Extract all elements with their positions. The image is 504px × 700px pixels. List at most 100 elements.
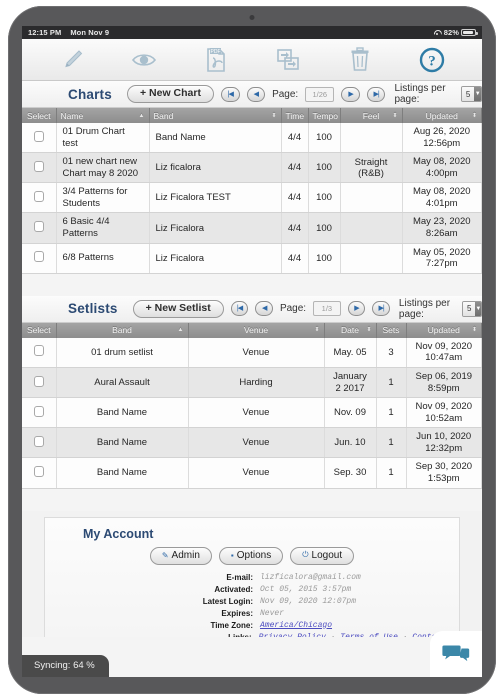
- chart-feel-cell: [340, 243, 403, 274]
- logout-button-label: Logout: [311, 549, 343, 561]
- pencil-icon[interactable]: [55, 44, 89, 76]
- charts-next-page-button[interactable]: ▶: [341, 86, 360, 102]
- setlists-listings-per-page-select[interactable]: 5 ▼: [461, 300, 482, 317]
- chart-updated-cell: May 08, 2020 4:01pm: [402, 182, 482, 214]
- table-row[interactable]: 3/4 Patterns for Students Liz Ficalora T…: [22, 182, 482, 214]
- my-account-title: My Account: [83, 526, 154, 541]
- table-row[interactable]: 6 Basic 4/4 Patterns Liz Ficalora 4/4 10…: [22, 212, 482, 244]
- chart-time-cell: 4/4: [281, 243, 309, 274]
- setlists-col-sets[interactable]: Sets: [376, 322, 407, 338]
- setlist-band-cell: Band Name: [56, 397, 189, 429]
- charts-col-select[interactable]: Select: [22, 108, 57, 123]
- setlists-col-select[interactable]: Select: [22, 322, 57, 338]
- square-icon: ▪: [230, 550, 234, 560]
- charts-col-name[interactable]: Name ▲: [56, 108, 150, 123]
- setlist-date-cell: Jun. 10: [324, 427, 377, 459]
- email-value: lizficalora@gmail.com: [260, 572, 361, 582]
- trash-icon[interactable]: [343, 44, 377, 76]
- battery-percent: 82%: [443, 28, 459, 37]
- sort-icon: ⬍: [471, 327, 477, 334]
- setlists-next-page-button[interactable]: ▶: [347, 301, 366, 317]
- latest-login-value: Nov 09, 2020 12:07pm: [260, 596, 357, 606]
- row-select-checkbox[interactable]: [33, 251, 44, 263]
- row-select-checkbox[interactable]: [33, 160, 44, 172]
- chart-time-cell: 4/4: [281, 182, 309, 214]
- row-select-checkbox[interactable]: [33, 345, 44, 357]
- admin-button[interactable]: ✎ Admin: [149, 546, 212, 565]
- setlists-table-header-row: Select Band ▲ Venue ⬍ Date ⬍ Sets Updated ⬍: [22, 322, 482, 338]
- chevron-down-icon: ▼: [474, 87, 482, 101]
- sort-icon: ⬍: [366, 327, 372, 334]
- chart-band-cell: Liz ficalora: [149, 152, 282, 184]
- time-zone-link[interactable]: America/Chicago: [260, 621, 332, 630]
- setlists-col-band[interactable]: Band ▲: [56, 322, 189, 338]
- account-field-time-zone: Time Zone: America/Chicago: [45, 621, 459, 630]
- new-setlist-button[interactable]: + New Setlist: [132, 299, 224, 319]
- chart-time-cell: 4/4: [281, 123, 309, 154]
- eye-icon[interactable]: [127, 44, 161, 76]
- charts-first-page-button[interactable]: |◀: [220, 86, 240, 102]
- setlists-page-input[interactable]: 1/3: [313, 301, 341, 317]
- help-icon[interactable]: ?: [415, 44, 449, 76]
- setlists-first-page-button[interactable]: |◀: [230, 301, 249, 317]
- chart-feel-cell: Straight (R&B): [340, 152, 403, 184]
- setlist-band-cell: 01 drum setlist: [56, 337, 189, 368]
- chart-tempo-cell: 100: [308, 212, 341, 244]
- setlists-prev-page-button[interactable]: ◀: [255, 301, 273, 317]
- charts-col-time[interactable]: Time: [281, 108, 309, 123]
- charts-col-band[interactable]: Band ⬍: [149, 108, 282, 123]
- row-select-checkbox[interactable]: [33, 405, 44, 417]
- sort-asc-icon: ▲: [177, 327, 184, 334]
- activated-label: Activated:: [214, 584, 253, 594]
- options-button[interactable]: ▪ Options: [218, 546, 284, 565]
- row-select-checkbox[interactable]: [33, 221, 44, 233]
- setlists-last-page-button[interactable]: ▶|: [372, 301, 390, 317]
- pdf-icon[interactable]: PDF: [199, 44, 233, 76]
- table-row[interactable]: 01 drum setlist Venue May. 05 3 Nov 09, …: [22, 337, 482, 368]
- row-select-checkbox[interactable]: [33, 130, 44, 142]
- charts-table-body: 01 Drum Chart test Band Name 4/4 100 Aug…: [22, 123, 482, 274]
- setlist-updated-cell: Nov 09, 2020 10:52am: [406, 397, 482, 429]
- table-row[interactable]: Band Name Venue Jun. 10 1 Jun 10, 2020 1…: [22, 427, 482, 459]
- new-chart-button[interactable]: + New Chart: [126, 84, 214, 104]
- setlists-listings-value: 5: [462, 301, 476, 316]
- charts-listings-value: 5: [461, 87, 475, 101]
- chart-feel-cell: [340, 182, 403, 214]
- table-row[interactable]: 01 new chart new Chart may 8 2020 Liz fi…: [22, 152, 482, 184]
- row-select-checkbox[interactable]: [33, 435, 44, 447]
- setlists-col-date[interactable]: Date ⬍: [324, 322, 377, 338]
- chart-updated-cell: Aug 26, 2020 12:56pm: [402, 123, 482, 154]
- logout-button[interactable]: ⏻ Logout: [290, 546, 355, 565]
- setlist-date-cell: Nov. 09: [324, 397, 377, 429]
- charts-col-tempo[interactable]: Tempo: [308, 108, 341, 123]
- table-row[interactable]: 01 Drum Chart test Band Name 4/4 100 Aug…: [22, 123, 482, 154]
- setlist-band-cell: Band Name: [56, 427, 189, 459]
- setlists-col-venue[interactable]: Venue ⬍: [188, 322, 325, 338]
- options-button-label: Options: [236, 549, 272, 561]
- setlists-listings-label: Listings per page:: [398, 297, 451, 320]
- duplicate-icon[interactable]: [271, 44, 305, 76]
- chart-name-cell: 01 Drum Chart test: [56, 123, 150, 154]
- charts-page-input[interactable]: 1/26: [305, 86, 335, 102]
- charts-col-updated[interactable]: Updated ⬍: [402, 108, 482, 123]
- table-row[interactable]: 6/8 Patterns Liz Ficalora 4/4 100 May 05…: [22, 243, 482, 274]
- sort-icon: ⬍: [392, 112, 398, 119]
- charts-last-page-button[interactable]: ▶|: [366, 86, 386, 102]
- setlist-date-cell: May. 05: [324, 337, 377, 368]
- table-row[interactable]: Aural Assault Harding January 2 2017 1 S…: [22, 367, 482, 399]
- chat-button[interactable]: [430, 631, 482, 677]
- charts-col-feel[interactable]: Feel ⬍: [340, 108, 403, 123]
- charts-listings-per-page-select[interactable]: 5 ▼: [460, 86, 482, 102]
- row-select-checkbox[interactable]: [33, 375, 44, 387]
- row-select-checkbox[interactable]: [33, 190, 44, 202]
- chevron-down-icon: ▼: [475, 301, 482, 316]
- charts-title: Charts: [68, 86, 112, 102]
- row-select-checkbox[interactable]: [33, 465, 44, 477]
- charts-prev-page-button[interactable]: ◀: [246, 86, 266, 102]
- chart-tempo-cell: 100: [308, 182, 341, 214]
- table-row[interactable]: Band Name Venue Sep. 30 1 Sep 30, 2020 1…: [22, 457, 482, 489]
- setlists-col-updated[interactable]: Updated ⬍: [406, 322, 482, 338]
- setlists-table-body: 01 drum setlist Venue May. 05 3 Nov 09, …: [22, 337, 482, 489]
- table-row[interactable]: Band Name Venue Nov. 09 1 Nov 09, 2020 1…: [22, 397, 482, 429]
- ios-status-bar: 12:15 PM Mon Nov 9 82%: [22, 26, 482, 39]
